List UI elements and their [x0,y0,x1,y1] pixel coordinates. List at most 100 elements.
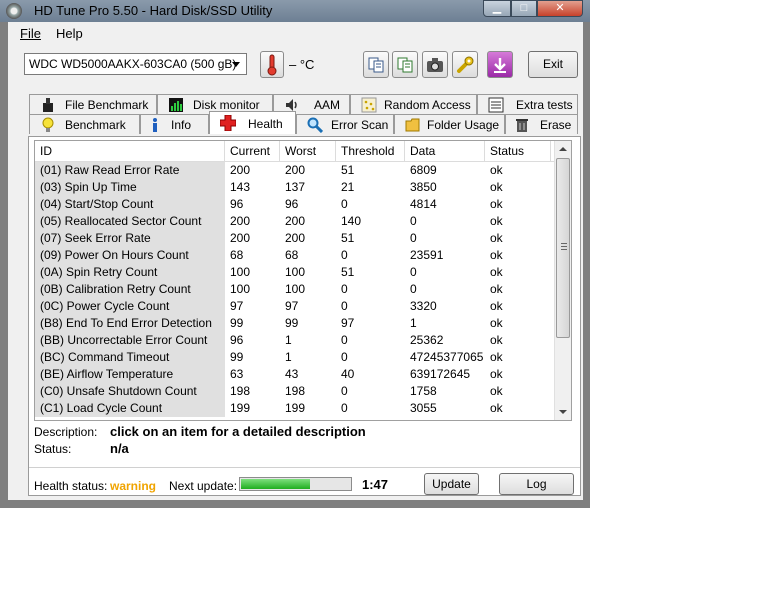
table-row[interactable]: (BE) Airflow Temperature 63 43 40 639172645 o… [35,366,562,383]
scroll-down-arrow-icon[interactable] [559,410,567,414]
cell-id: (09) Power On Hours Count [35,247,225,264]
cell-current: 100 [230,282,251,296]
table-row[interactable]: (07) Seek Error Rate 200 200 51 0 ok [35,230,562,247]
cell-worst: 1 [285,350,292,364]
table-row[interactable]: (04) Start/Stop Count 96 96 0 4814 ok [35,196,562,213]
update-button[interactable]: Update [424,473,479,495]
cell-threshold: 0 [341,384,348,398]
cell-current: 198 [230,384,251,398]
cell-status: ok [490,248,503,262]
table-row[interactable]: (B8) End To End Error Detection 99 99 97 1 ok [35,315,562,332]
extra-tests-icon [488,97,504,113]
scroll-up-arrow-icon[interactable] [559,147,567,151]
cell-data: 23591 [410,248,444,262]
log-button[interactable]: Log [499,473,574,495]
options-button[interactable] [452,51,478,78]
copy-all-icon [397,57,413,72]
tab-error-scan[interactable]: Error Scan [296,114,394,134]
tab-benchmark[interactable]: Benchmark [29,114,140,134]
table-row[interactable]: (05) Reallocated Sector Count 200 200 140 0 o… [35,213,562,230]
header-status[interactable]: Status [485,141,551,161]
tab-file-benchmark[interactable]: File Benchmark [29,94,157,114]
description-label: Description: [34,425,98,439]
menu-file[interactable]: File [20,26,41,41]
scroll-thumb[interactable] [556,158,570,338]
table-row[interactable]: (BB) Uncorrectable Error Count 96 1 0 25362 o… [35,332,562,349]
menu-help-label: Help [56,26,83,41]
cell-id: (0A) Spin Retry Count [35,264,225,281]
cell-data: 1 [410,316,417,330]
minimize-icon: ▁ [492,2,502,14]
tab-folder-usage-label: Folder Usage [427,118,500,132]
cell-id: (04) Start/Stop Count [35,196,225,213]
tab-extra-tests[interactable]: Extra tests [477,94,578,114]
menu-help[interactable]: Help [56,26,83,41]
tab-erase-label: Erase [540,118,572,132]
table-row[interactable]: (C1) Load Cycle Count 199 199 0 3055 ok [35,400,562,417]
table-row[interactable]: (C0) Unsafe Shutdown Count 198 198 0 1758 ok [35,383,562,400]
table-row[interactable]: (0C) Power Cycle Count 97 97 0 3320 ok [35,298,562,315]
cell-id: (BB) Uncorrectable Error Count [35,332,225,349]
cell-id: (03) Spin Up Time [35,179,225,196]
tab-info[interactable]: Info [140,114,209,134]
temperature-button[interactable] [260,51,284,78]
smart-table[interactable]: ID Current Worst Threshold Data Status (… [34,140,572,421]
header-current[interactable]: Current [225,141,280,161]
tab-folder-usage[interactable]: Folder Usage [394,114,505,134]
cell-threshold: 51 [341,231,355,245]
cell-worst: 200 [285,163,306,177]
random-access-icon [361,97,377,113]
cell-id: (05) Reallocated Sector Count [35,213,225,230]
header-data[interactable]: Data [405,141,485,161]
cell-data: 3055 [410,401,437,415]
screenshot-button[interactable] [422,51,448,78]
header-id[interactable]: ID [35,141,225,161]
tab-health[interactable]: Health [209,111,296,134]
cell-data: 4814 [410,197,437,211]
cell-threshold: 0 [341,282,348,296]
cell-id: (C0) Unsafe Shutdown Count [35,383,225,400]
drive-select[interactable]: WDC WD5000AAKX-603CA0 (500 gB) [24,53,247,75]
wrench-icon [457,56,474,73]
cell-current: 100 [230,265,251,279]
cell-current: 99 [230,316,244,330]
copy-info-button[interactable] [363,51,389,78]
cell-status: ok [490,231,503,245]
tab-benchmark-label: Benchmark [65,118,126,132]
cell-id: (B8) End To End Error Detection [35,315,225,332]
copy-all-button[interactable] [392,51,418,78]
tab-erase[interactable]: Erase [505,114,578,134]
maximize-button[interactable]: □ [511,0,537,17]
title-bar[interactable]: HD Tune Pro 5.50 - Hard Disk/SSD Utility… [0,0,590,22]
cell-current: 200 [230,214,251,228]
table-row[interactable]: (0A) Spin Retry Count 100 100 51 0 ok [35,264,562,281]
cell-data: 3320 [410,299,437,313]
header-threshold[interactable]: Threshold [336,141,405,161]
cell-threshold: 0 [341,248,348,262]
header-worst[interactable]: Worst [280,141,336,161]
cell-data: 0 [410,214,417,228]
table-row[interactable]: (BC) Command Timeout 99 1 0 47245377065 ok [35,349,562,366]
table-row[interactable]: (01) Raw Read Error Rate 200 200 51 6809 ok [35,162,562,179]
chevron-down-icon [232,62,240,67]
download-arrow-icon [494,57,506,73]
health-status-value: warning [110,479,157,493]
cell-id: (0B) Calibration Retry Count [35,281,225,298]
cell-current: 63 [230,367,244,381]
close-button[interactable]: ✕ [537,0,583,17]
table-row[interactable]: (03) Spin Up Time 143 137 21 3850 ok [35,179,562,196]
table-row[interactable]: (09) Power On Hours Count 68 68 0 23591 ok [35,247,562,264]
save-button[interactable] [487,51,513,78]
cell-status: ok [490,180,503,194]
cell-threshold: 0 [341,197,348,211]
minimize-button[interactable]: ▁ [483,0,511,17]
tab-aam-label: AAM [314,98,341,112]
exit-button[interactable]: Exit [528,51,578,78]
next-update-progress [239,477,352,491]
table-row[interactable]: (0B) Calibration Retry Count 100 100 0 0 ok [35,281,562,298]
divider [29,467,580,468]
cell-current: 143 [230,180,251,194]
tab-random-access[interactable]: Random Access [350,94,477,114]
vertical-scrollbar[interactable] [554,141,571,420]
trash-icon [516,119,528,132]
